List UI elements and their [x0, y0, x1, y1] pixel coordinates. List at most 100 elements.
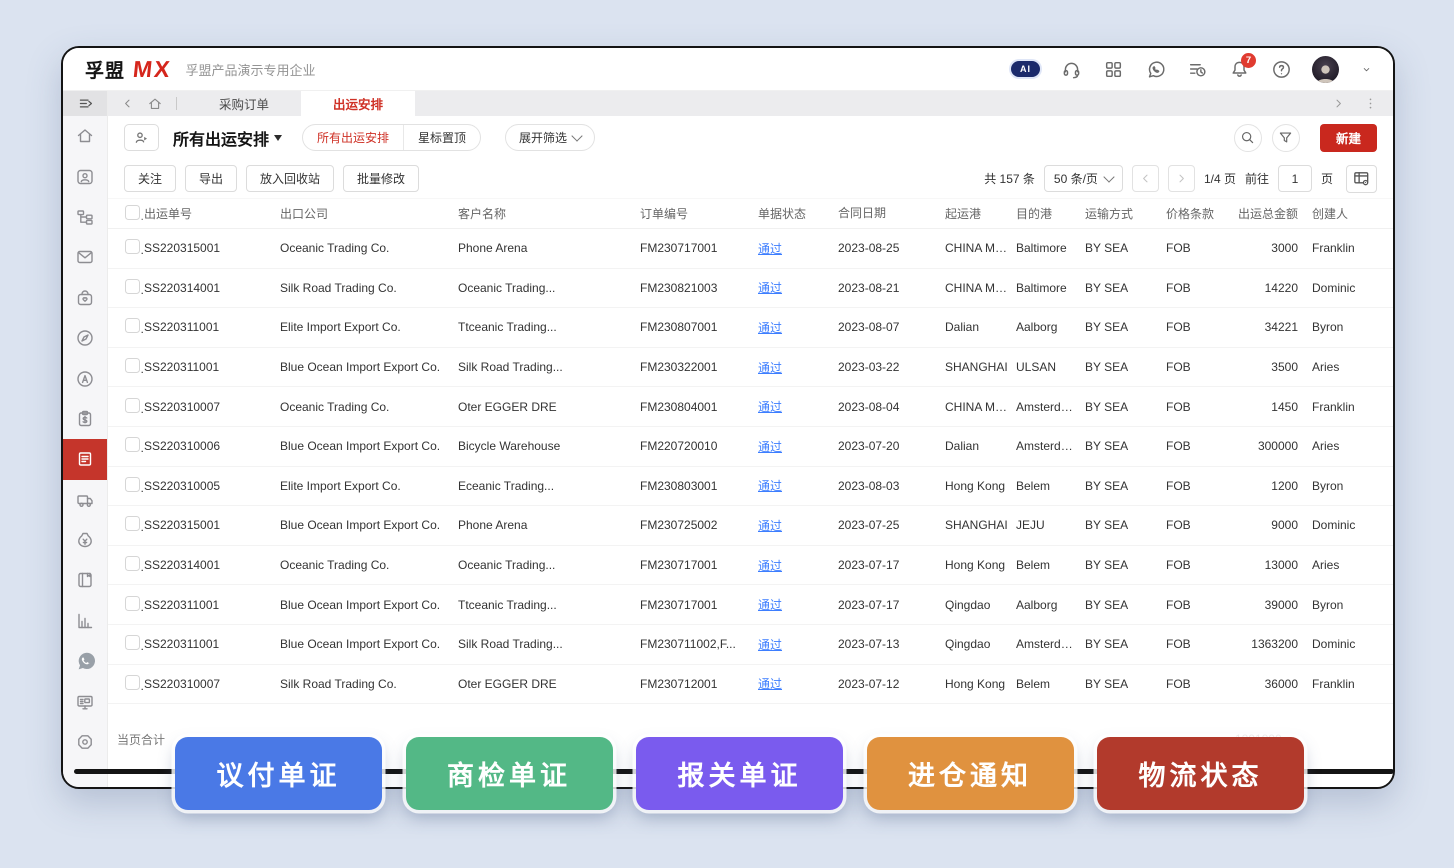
process-button-4[interactable]: 物流状态: [1097, 737, 1304, 810]
sidebar-item-clipboard-dollar[interactable]: [63, 399, 107, 439]
sidebar-item-settings[interactable]: [63, 722, 107, 762]
search-button[interactable]: [1234, 124, 1262, 152]
col-header-shipment-no[interactable]: 出运单号: [144, 205, 280, 222]
sidebar-item-shipping-doc[interactable]: [63, 439, 107, 479]
status-link[interactable]: 通过: [758, 638, 782, 652]
row-checkbox[interactable]: [125, 318, 140, 333]
status-link[interactable]: 通过: [758, 400, 782, 414]
sort-icon[interactable]: [891, 210, 897, 224]
status-link[interactable]: 通过: [758, 598, 782, 612]
status-link[interactable]: 通过: [758, 677, 782, 691]
status-link[interactable]: 通过: [758, 479, 782, 493]
process-button-1[interactable]: 商检单证: [406, 737, 613, 810]
headset-icon[interactable]: [1060, 58, 1082, 80]
row-checkbox[interactable]: [125, 516, 140, 531]
tab-shipment-arrangement[interactable]: 出运安排: [301, 91, 415, 116]
col-header-contract-date[interactable]: 合同日期: [838, 204, 945, 224]
row-checkbox[interactable]: [125, 477, 140, 492]
prev-page-button[interactable]: [1132, 165, 1159, 192]
sidebar-item-bar-chart[interactable]: [63, 601, 107, 641]
sidebar-item-org-chart[interactable]: [63, 197, 107, 237]
status-link[interactable]: 通过: [758, 242, 782, 256]
app-grid-icon[interactable]: [1102, 58, 1124, 80]
tab-purchase-orders[interactable]: 采购订单: [187, 91, 301, 116]
row-checkbox[interactable]: [125, 358, 140, 373]
row-checkbox[interactable]: [125, 596, 140, 611]
row-checkbox[interactable]: [125, 675, 140, 690]
create-button[interactable]: 新建: [1320, 124, 1377, 152]
whatsapp-icon[interactable]: [1144, 58, 1166, 80]
tab-scroll-right-icon[interactable]: [1327, 93, 1349, 115]
table-row[interactable]: SS220310007Oceanic Trading Co.Oter EGGER…: [108, 387, 1393, 427]
segment-1[interactable]: 星标置顶: [403, 125, 480, 150]
col-header-customer[interactable]: 客户名称: [458, 205, 640, 222]
col-header-transport[interactable]: 运输方式: [1085, 205, 1166, 222]
process-button-0[interactable]: 议付单证: [175, 737, 382, 810]
action-button-3[interactable]: 批量修改: [343, 165, 419, 192]
col-header-departure-port[interactable]: 起运港: [945, 205, 1016, 222]
next-page-button[interactable]: [1168, 165, 1195, 192]
sidebar-item-monitor[interactable]: [63, 681, 107, 721]
action-button-0[interactable]: 关注: [124, 165, 176, 192]
col-header-amount[interactable]: 出运总金额: [1235, 205, 1301, 222]
expand-filter-button[interactable]: 展开筛选: [505, 124, 595, 151]
row-checkbox[interactable]: [125, 398, 140, 413]
column-settings-button[interactable]: [1346, 165, 1377, 193]
status-link[interactable]: 通过: [758, 519, 782, 533]
goto-page-input[interactable]: [1278, 165, 1312, 192]
row-checkbox[interactable]: [125, 556, 140, 571]
process-button-2[interactable]: 报关单证: [636, 737, 843, 810]
col-header-price-terms[interactable]: 价格条款: [1166, 205, 1235, 222]
bell-icon[interactable]: 7: [1228, 58, 1250, 80]
view-title-dropdown[interactable]: 所有出运安排: [173, 126, 282, 150]
user-avatar-menu[interactable]: [1312, 56, 1339, 83]
table-row[interactable]: SS220310006Blue Ocean Import Export Co.B…: [108, 427, 1393, 467]
col-header-destination-port[interactable]: 目的港: [1016, 205, 1085, 222]
user-filter-button[interactable]: [124, 124, 159, 151]
sidebar-item-whatsapp-filled[interactable]: [63, 641, 107, 681]
row-checkbox[interactable]: [125, 635, 140, 650]
status-link[interactable]: 通过: [758, 559, 782, 573]
row-checkbox[interactable]: [125, 279, 140, 294]
table-row[interactable]: SS220311001Blue Ocean Import Export Co.S…: [108, 348, 1393, 388]
table-row[interactable]: SS220310005Elite Import Export Co.Eceani…: [108, 467, 1393, 507]
segment-0[interactable]: 所有出运安排: [303, 125, 403, 150]
sidebar-item-compass[interactable]: [63, 318, 107, 358]
back-chevron-icon[interactable]: [116, 93, 138, 115]
sidebar-item-home[interactable]: [63, 116, 107, 156]
status-link[interactable]: 通过: [758, 321, 782, 335]
ai-badge[interactable]: AI: [1011, 61, 1040, 77]
table-row[interactable]: SS220311001Blue Ocean Import Export Co.T…: [108, 585, 1393, 625]
tab-more-kebab-icon[interactable]: [1359, 93, 1381, 115]
table-row[interactable]: SS220314001Oceanic Trading Co.Oceanic Tr…: [108, 546, 1393, 586]
row-checkbox[interactable]: [125, 239, 140, 254]
col-header-export-company[interactable]: 出口公司: [280, 205, 458, 222]
sidebar-item-circle-a[interactable]: [63, 358, 107, 398]
sidebar-item-mail[interactable]: [63, 237, 107, 277]
status-link[interactable]: 通过: [758, 361, 782, 375]
table-row[interactable]: SS220315001Oceanic Trading Co.Phone Aren…: [108, 229, 1393, 269]
status-link[interactable]: 通过: [758, 440, 782, 454]
action-button-1[interactable]: 导出: [185, 165, 237, 192]
help-icon[interactable]: [1270, 58, 1292, 80]
table-row[interactable]: SS220311001Elite Import Export Co.Ttcean…: [108, 308, 1393, 348]
col-header-order-no[interactable]: 订单编号: [640, 205, 758, 222]
collapse-menu-icon[interactable]: [63, 91, 107, 116]
sidebar-item-shopping-bag[interactable]: [63, 278, 107, 318]
page-size-select[interactable]: 50 条/页: [1044, 165, 1123, 192]
sidebar-item-money-bag[interactable]: [63, 520, 107, 560]
filter-funnel-button[interactable]: [1272, 124, 1300, 152]
select-all-checkbox[interactable]: [125, 205, 140, 220]
table-row[interactable]: SS220310007Silk Road Trading Co.Oter EGG…: [108, 665, 1393, 705]
sidebar-item-contacts[interactable]: [63, 156, 107, 196]
avatar[interactable]: [1312, 56, 1339, 83]
status-link[interactable]: 通过: [758, 281, 782, 295]
sidebar-item-ledger[interactable]: [63, 560, 107, 600]
task-list-icon[interactable]: [1186, 58, 1208, 80]
table-row[interactable]: SS220314001Silk Road Trading Co.Oceanic …: [108, 269, 1393, 309]
row-checkbox[interactable]: [125, 437, 140, 452]
table-row[interactable]: SS220315001Blue Ocean Import Export Co.P…: [108, 506, 1393, 546]
home-tab-icon[interactable]: [144, 93, 166, 115]
sidebar-item-truck[interactable]: [63, 480, 107, 520]
action-button-2[interactable]: 放入回收站: [246, 165, 334, 192]
